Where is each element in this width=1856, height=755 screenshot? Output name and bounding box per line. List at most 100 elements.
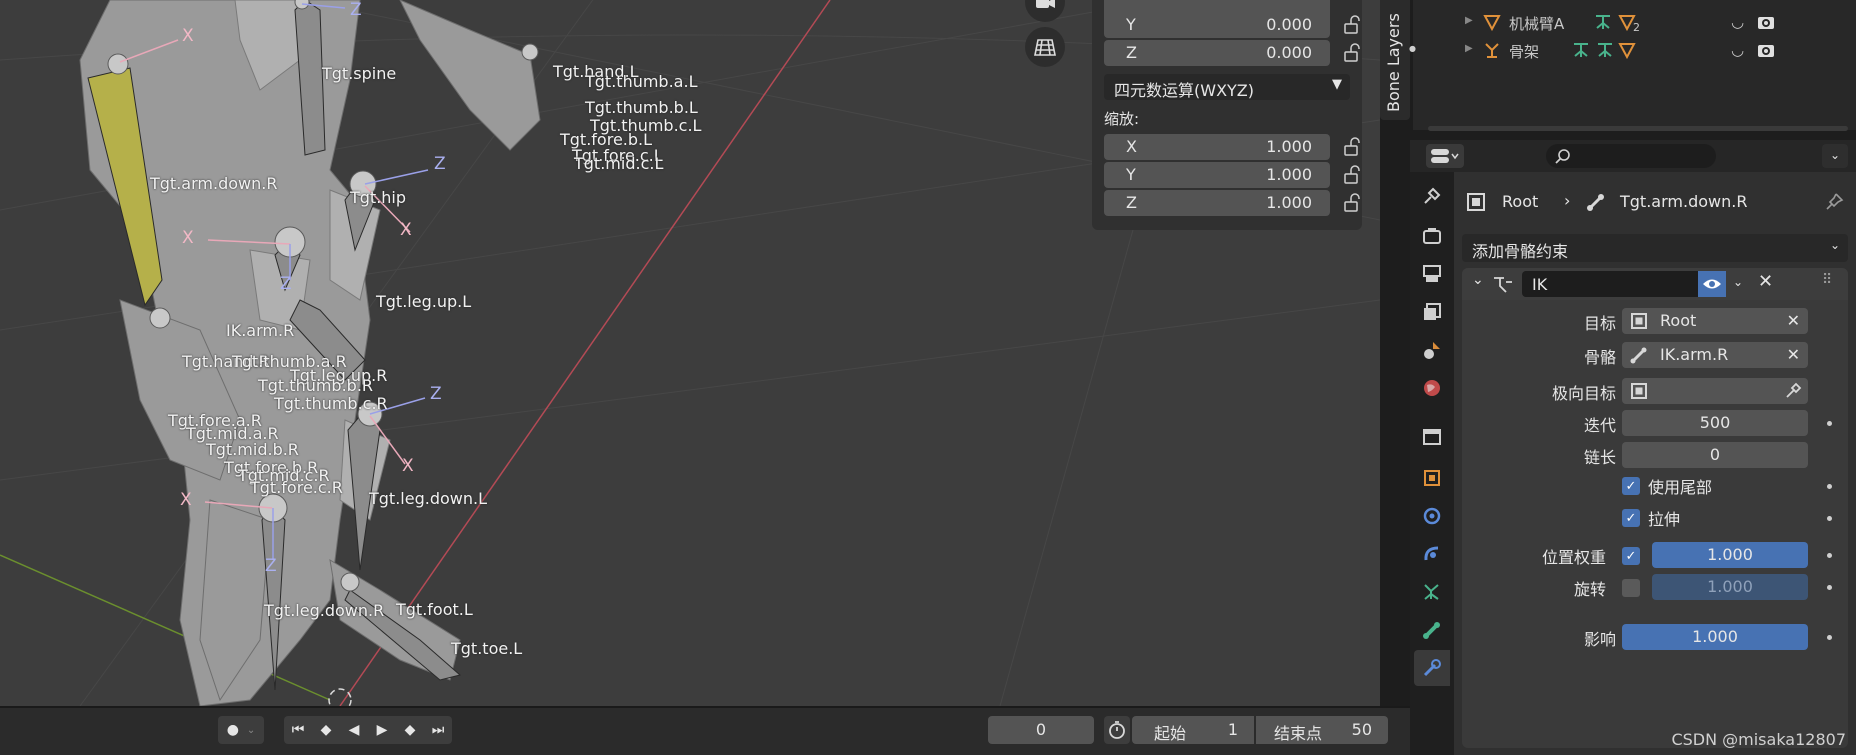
visibility-eye-icon[interactable]: ◡ [1731,41,1744,59]
rotation-y-field[interactable]: Y 0.000 [1104,12,1330,38]
bone-icon [1423,622,1440,639]
start-frame-field[interactable]: 起始 1 [1132,716,1254,744]
jump-end-button[interactable]: ⏭ [424,716,452,744]
visibility-eye-icon[interactable]: ◡ [1731,13,1744,31]
use-tail-checkbox[interactable]: ✓ [1622,477,1640,495]
scale-z-field[interactable]: Z 1.000 [1104,190,1330,216]
bone-constraint-icon [1423,659,1441,677]
axis-x-label: X [182,26,194,46]
outliner-row-armature[interactable]: ● ▶ 骨架 ◡ [1409,38,1856,64]
play-reverse-icon: ◀ [348,722,360,738]
properties-header: ⌄ [1410,140,1856,172]
eyedropper-icon[interactable] [1784,382,1802,400]
outliner-row-robot-arm[interactable]: ▶ 机械臂A 2 ◡ [1413,10,1856,36]
pin-icon[interactable] [1824,192,1844,212]
lock-icon[interactable] [1342,165,1362,185]
clear-icon[interactable]: ✕ [1787,345,1800,364]
expand-arrow-icon[interactable]: ▶ [1465,43,1473,54]
options-dropdown[interactable]: ⌄ [1822,144,1848,168]
tab-object[interactable] [1414,460,1450,496]
keyframe-dot[interactable] [1827,421,1832,426]
tab-bone-constraints[interactable] [1414,650,1450,686]
play-reverse-button[interactable]: ◀ [340,716,368,744]
lock-icon[interactable] [1342,15,1362,35]
tab-render[interactable] [1414,218,1450,254]
keyframe-dot[interactable] [1827,635,1832,640]
toggle-perspective-button[interactable] [1025,27,1065,67]
constraint-name-input[interactable]: IK [1522,271,1698,297]
outliner-scrollbar[interactable] [1428,126,1848,131]
tab-tool[interactable] [1414,178,1450,214]
close-icon[interactable]: ✕ [1758,271,1773,292]
end-frame-field[interactable]: 结束点 50 [1256,716,1388,744]
tab-collection[interactable] [1414,418,1450,454]
tab-world[interactable] [1414,370,1450,406]
target-field[interactable]: Root ✕ [1622,308,1808,334]
output-icon [1423,265,1441,282]
keyframe-dot[interactable] [1827,585,1832,590]
prev-keyframe-button[interactable]: ◆ [312,716,340,744]
drag-handle-icon[interactable]: ⠿ [1822,272,1832,288]
outliner[interactable]: ▶ 机械臂A 2 ◡ ● ▶ 骨架 ◡ [1409,0,1856,131]
search-input[interactable] [1546,144,1716,168]
bone-label: Tgt.fore.c.R [250,478,343,497]
keyframe-dot[interactable] [1827,553,1832,558]
lock-icon[interactable] [1342,43,1362,63]
render-camera-icon[interactable] [1757,14,1775,30]
editor-type-button[interactable] [1426,144,1464,168]
lock-icon[interactable] [1342,193,1362,213]
clear-icon[interactable]: ✕ [1787,311,1800,330]
jump-start-icon: ⏮ [291,722,305,738]
use-rotation-checkbox[interactable] [1622,579,1640,597]
tab-bone[interactable] [1414,612,1450,648]
chevron-down-icon: ⌄ [1829,238,1840,252]
tab-object-constraints[interactable] [1414,536,1450,572]
chain-length-field[interactable]: 0 [1622,442,1808,468]
tab-bone-layers[interactable]: Bone Layers [1380,0,1410,120]
rotation-weight-slider[interactable]: 1.000 [1652,574,1808,600]
right-editors: ▶ 机械臂A 2 ◡ ● ▶ 骨架 ◡ ⌄ Root › Tgt.arm.dow… [1409,0,1856,755]
object-icon [1631,313,1647,329]
eye-icon [1703,279,1721,289]
keyframe-dot[interactable] [1827,516,1832,521]
scale-x-field[interactable]: X 1.000 [1104,134,1330,160]
expand-arrow-icon[interactable]: ▶ [1465,15,1473,26]
next-keyframe-icon: ◆ [404,722,416,738]
keyframe-dot[interactable] [1827,484,1832,489]
iterations-field[interactable]: 500 [1622,410,1808,436]
constraint-menu-dropdown[interactable]: ⌄ [1726,271,1750,297]
jump-start-button[interactable]: ⏮ [284,716,312,744]
add-bone-constraint-dropdown[interactable]: 添加骨骼约束 ⌄ [1462,234,1848,262]
render-camera-icon[interactable] [1757,42,1775,58]
pole-target-field[interactable] [1622,378,1808,404]
use-position-checkbox[interactable]: ✓ [1622,547,1640,565]
scale-y-field[interactable]: Y 1.000 [1104,162,1330,188]
stretch-checkbox[interactable]: ✓ [1622,509,1640,527]
play-button[interactable]: ▶ [368,716,396,744]
lock-icon[interactable] [1342,137,1362,157]
pose-icon [1596,15,1610,29]
influence-slider[interactable]: 1.000 [1622,624,1808,650]
tab-object-data[interactable] [1414,574,1450,610]
3d-viewport[interactable]: Tgt.spine Tgt.hand.L Tgt.thumb.a.L Tgt.t… [0,0,1380,706]
tab-scene[interactable] [1414,332,1450,368]
record-button[interactable]: ● ⌄ [218,716,264,744]
position-weight-slider[interactable]: 1.000 [1652,542,1808,568]
bone-field[interactable]: IK.arm.R ✕ [1622,342,1808,368]
camera-icon [1036,0,1055,8]
rotation-z-field[interactable]: Z 0.000 [1104,40,1330,66]
tab-view-layer[interactable] [1414,294,1450,330]
collapse-arrow-icon[interactable]: ⌄ [1472,272,1484,288]
toggle-visibility-button[interactable] [1698,271,1726,297]
axis-z-label: Z [280,274,292,294]
rotation-mode-dropdown[interactable]: 四元数运算(WXYZ) ▼ [1104,74,1350,100]
preview-range-button[interactable] [1104,716,1130,744]
tab-modifiers[interactable] [1414,498,1450,534]
next-keyframe-button[interactable]: ◆ [396,716,424,744]
tab-output[interactable] [1414,256,1450,292]
bone-icon [1587,194,1604,211]
bone-label: Tgt.thumb.a.L [585,72,698,91]
bone-label: Tgt.thumb.b.L [585,98,698,117]
bone-label: Tgt.spine [322,64,397,83]
current-frame-field[interactable]: 0 [988,716,1094,744]
